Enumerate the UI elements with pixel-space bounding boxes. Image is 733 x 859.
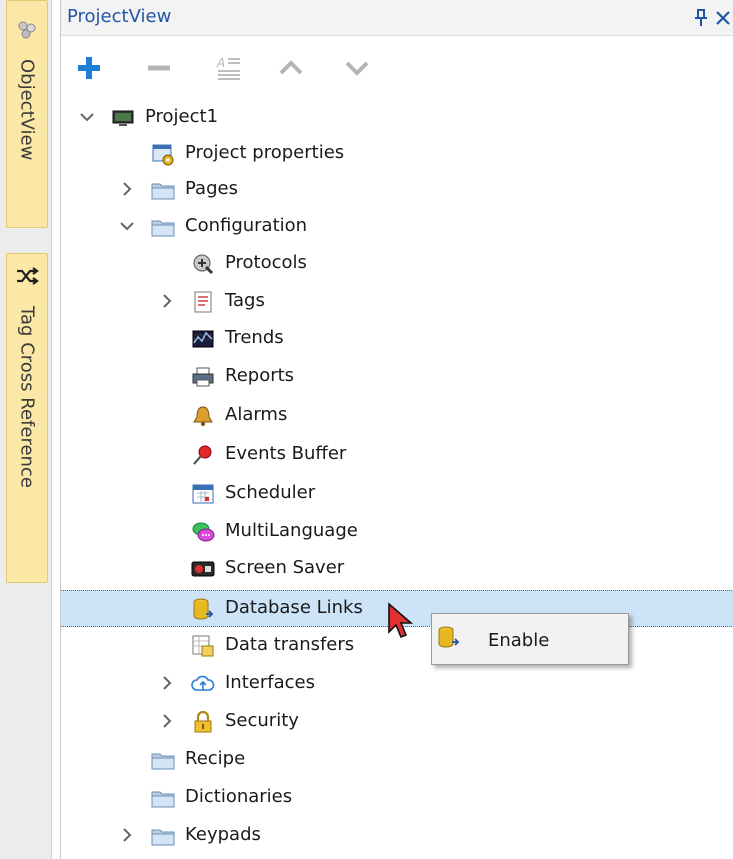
printer-icon: [192, 367, 214, 387]
move-up-icon: [279, 60, 303, 75]
shuffle-icon: [17, 267, 39, 285]
tree-item-events-buffer[interactable]: Events Buffer: [61, 437, 733, 474]
protocols-icon: [193, 254, 214, 275]
project-tree: Project1 Project properties Pages Configura…: [61, 100, 733, 859]
mouse-cursor-icon: [388, 602, 414, 639]
screen-saver-icon: [191, 561, 215, 577]
close-icon[interactable]: [716, 11, 730, 25]
panel-title-bar: ProjectView: [61, 0, 733, 36]
tree-item-configuration[interactable]: Configuration: [61, 209, 733, 246]
tab-tag-cross-reference-label: Tag Cross Reference: [16, 306, 38, 488]
tree-item-label: Alarms: [225, 404, 288, 425]
tree-item-label: Data transfers: [225, 634, 355, 655]
left-dock-strip: ObjectView Tag Cross Reference: [0, 0, 52, 859]
context-menu-item-label: Enable: [488, 630, 550, 651]
tree-item-label: Configuration: [185, 215, 308, 236]
chevron-right-icon[interactable]: [119, 827, 135, 843]
tree-item-security[interactable]: Security: [61, 704, 733, 741]
cloud-icon: [191, 675, 215, 691]
monitor-icon: [112, 110, 134, 126]
calendar-icon: [192, 484, 214, 504]
tree-item-interfaces[interactable]: Interfaces: [61, 666, 733, 703]
move-up-button[interactable]: [273, 50, 309, 86]
database-icon: [193, 598, 214, 620]
lock-icon: [194, 710, 212, 733]
chevron-down-icon[interactable]: [79, 109, 95, 125]
move-down-icon: [345, 61, 369, 76]
tree-item-label: Project properties: [185, 142, 345, 163]
tree-item-label: Pages: [185, 178, 238, 199]
folder-icon: [151, 220, 175, 237]
tree-item-trends[interactable]: Trends: [61, 321, 733, 358]
pin-icon: [193, 445, 212, 465]
tab-objectview-label: ObjectView: [16, 59, 38, 161]
tree-item-tags[interactable]: Tags: [61, 284, 733, 321]
folder-icon: [151, 791, 175, 808]
tree-item-label: Project1: [145, 106, 219, 127]
tree-item-label: Keypads: [185, 824, 261, 845]
panel-title: ProjectView: [67, 6, 172, 27]
tree-item-project1[interactable]: Project1: [61, 100, 733, 137]
tree-item-protocols[interactable]: Protocols: [61, 246, 733, 283]
tree-item-alarms[interactable]: Alarms: [61, 398, 733, 435]
remove-button[interactable]: [141, 50, 177, 86]
folder-icon: [151, 829, 175, 846]
tree-item-label: Interfaces: [225, 672, 315, 693]
folder-icon: [151, 183, 175, 200]
move-down-button[interactable]: [339, 50, 375, 86]
tree-item-scheduler[interactable]: Scheduler: [61, 476, 733, 513]
folder-icon: [151, 753, 175, 770]
chevron-right-icon[interactable]: [119, 181, 135, 197]
speech-bubbles-icon: [192, 522, 215, 542]
rename-button[interactable]: A: [211, 50, 247, 86]
properties-icon: [152, 144, 174, 166]
tab-objectview[interactable]: ObjectView: [6, 0, 48, 228]
tree-item-dictionaries[interactable]: Dictionaries: [61, 780, 733, 817]
tree-item-label: Protocols: [225, 252, 307, 273]
svg-text:A: A: [216, 56, 225, 70]
tree-item-multilanguage[interactable]: MultiLanguage: [61, 514, 733, 551]
tree-item-label: Trends: [225, 327, 284, 348]
tree-item-label: Security: [225, 710, 299, 731]
project-view-panel: ProjectView A Project1 Project propertie…: [60, 0, 733, 859]
trends-icon: [192, 330, 214, 348]
pin-icon[interactable]: [694, 9, 708, 27]
chevron-down-icon[interactable]: [119, 218, 135, 234]
context-menu-item-enable[interactable]: Enable: [434, 616, 626, 662]
context-menu: Enable: [431, 613, 629, 665]
tree-item-label: Screen Saver: [225, 557, 345, 578]
remove-icon: [148, 65, 170, 71]
add-button[interactable]: [71, 50, 107, 86]
tree-item-recipe[interactable]: Recipe: [61, 742, 733, 779]
database-enable-icon: [438, 626, 460, 648]
tree-item-label: Dictionaries: [185, 786, 293, 807]
chevron-right-icon[interactable]: [159, 293, 175, 309]
data-transfer-icon: [192, 635, 214, 657]
chevron-right-icon[interactable]: [159, 713, 175, 729]
rename-icon: A: [216, 56, 240, 80]
tab-tag-cross-reference[interactable]: Tag Cross Reference: [6, 253, 48, 583]
tree-item-pages[interactable]: Pages: [61, 172, 733, 209]
objectview-icon: [18, 21, 36, 39]
tree-item-label: Database Links: [225, 597, 363, 618]
tree-item-label: Events Buffer: [225, 443, 347, 464]
tags-icon: [194, 291, 212, 313]
tree-item-label: Reports: [225, 365, 295, 386]
add-icon: [78, 57, 100, 79]
tree-item-reports[interactable]: Reports: [61, 359, 733, 396]
chevron-right-icon[interactable]: [159, 675, 175, 691]
tree-item-keypads[interactable]: Keypads: [61, 818, 733, 855]
tree-item-label: Recipe: [185, 748, 246, 769]
tree-item-label: Scheduler: [225, 482, 316, 503]
tree-item-project-properties[interactable]: Project properties: [61, 136, 733, 173]
tree-item-label: MultiLanguage: [225, 520, 358, 541]
tree-item-label: Tags: [225, 290, 265, 311]
toolbar: A: [61, 38, 733, 98]
tree-item-screen-saver[interactable]: Screen Saver: [61, 551, 733, 588]
bell-icon: [193, 406, 213, 426]
